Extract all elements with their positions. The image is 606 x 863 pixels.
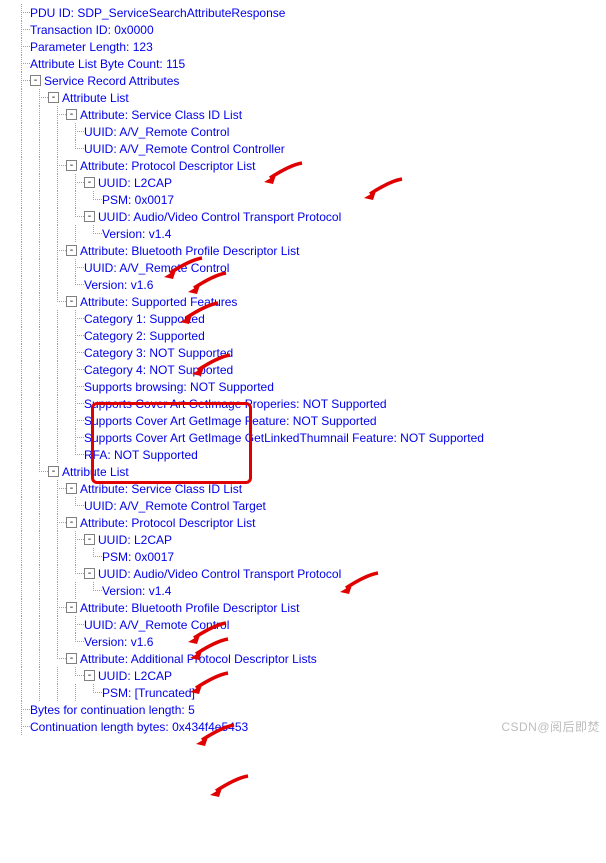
collapse-icon[interactable]: - bbox=[66, 245, 77, 256]
annotation-arrow-icon bbox=[208, 773, 252, 799]
collapse-icon[interactable]: - bbox=[30, 75, 41, 86]
collapse-icon[interactable]: - bbox=[84, 177, 95, 188]
feature-category-2: Category 2: Supported bbox=[12, 327, 606, 344]
collapse-icon[interactable]: - bbox=[48, 92, 59, 103]
attr-service-class-id-list[interactable]: -Attribute: Service Class ID List bbox=[12, 480, 606, 497]
feature-rfa: RFA: NOT Supported bbox=[12, 446, 606, 463]
pdu-id: PDU ID: SDP_ServiceSearchAttributeRespon… bbox=[12, 4, 606, 21]
collapse-icon[interactable]: - bbox=[66, 653, 77, 664]
profile-version: Version: v1.6 bbox=[12, 276, 606, 293]
uuid-l2cap[interactable]: -UUID: L2CAP bbox=[12, 531, 606, 548]
collapse-icon[interactable]: - bbox=[84, 534, 95, 545]
feature-coverart-getimage-linkedthumbnail: Supports Cover Art GetImage GetLinkedThu… bbox=[12, 429, 606, 446]
uuid-av-remote-control: UUID: A/V_Remote Control bbox=[12, 123, 606, 140]
avctp-version: Version: v1.4 bbox=[12, 582, 606, 599]
psm-truncated: PSM: [Truncated] bbox=[12, 684, 606, 701]
psm-value: PSM: 0x0017 bbox=[12, 191, 606, 208]
uuid-av-remote-control: UUID: A/V_Remote Control bbox=[12, 616, 606, 633]
attr-protocol-descriptor-list[interactable]: -Attribute: Protocol Descriptor List bbox=[12, 157, 606, 174]
avctp-version: Version: v1.4 bbox=[12, 225, 606, 242]
attr-list-1[interactable]: -Attribute List bbox=[12, 89, 606, 106]
transaction-id: Transaction ID: 0x0000 bbox=[12, 21, 606, 38]
psm-value: PSM: 0x0017 bbox=[12, 548, 606, 565]
continuation-length: Bytes for continuation length: 5 bbox=[12, 701, 606, 718]
attr-protocol-descriptor-list[interactable]: -Attribute: Protocol Descriptor List bbox=[12, 514, 606, 531]
collapse-icon[interactable]: - bbox=[66, 602, 77, 613]
feature-category-4: Category 4: NOT Supported bbox=[12, 361, 606, 378]
uuid-avctp[interactable]: -UUID: Audio/Video Control Transport Pro… bbox=[12, 565, 606, 582]
collapse-icon[interactable]: - bbox=[84, 568, 95, 579]
feature-category-1: Category 1: Supported bbox=[12, 310, 606, 327]
collapse-icon[interactable]: - bbox=[66, 483, 77, 494]
profile-version: Version: v1.6 bbox=[12, 633, 606, 650]
attr-supported-features[interactable]: -Attribute: Supported Features bbox=[12, 293, 606, 310]
collapse-icon[interactable]: - bbox=[66, 517, 77, 528]
attr-bt-profile-descriptor-list[interactable]: -Attribute: Bluetooth Profile Descriptor… bbox=[12, 599, 606, 616]
collapse-icon[interactable]: - bbox=[66, 160, 77, 171]
uuid-l2cap[interactable]: -UUID: L2CAP bbox=[12, 667, 606, 684]
feature-browsing: Supports browsing: NOT Supported bbox=[12, 378, 606, 395]
collapse-icon[interactable]: - bbox=[66, 109, 77, 120]
feature-coverart-getimage-properties: Supports Cover Art GetImage Properies: N… bbox=[12, 395, 606, 412]
attr-additional-protocol-descriptor-lists[interactable]: -Attribute: Additional Protocol Descript… bbox=[12, 650, 606, 667]
collapse-icon[interactable]: - bbox=[84, 670, 95, 681]
attr-list-2[interactable]: -Attribute List bbox=[12, 463, 606, 480]
service-record-attributes[interactable]: -Service Record Attributes bbox=[12, 72, 606, 89]
attr-service-class-id-list[interactable]: -Attribute: Service Class ID List bbox=[12, 106, 606, 123]
uuid-av-remote-control-controller: UUID: A/V_Remote Control Controller bbox=[12, 140, 606, 157]
watermark: CSDN@阅后即焚 bbox=[501, 718, 600, 735]
uuid-l2cap[interactable]: -UUID: L2CAP bbox=[12, 174, 606, 191]
uuid-av-remote-control-target: UUID: A/V_Remote Control Target bbox=[12, 497, 606, 514]
collapse-icon[interactable]: - bbox=[84, 211, 95, 222]
attr-bt-profile-descriptor-list[interactable]: -Attribute: Bluetooth Profile Descriptor… bbox=[12, 242, 606, 259]
feature-category-3: Category 3: NOT Supported bbox=[12, 344, 606, 361]
collapse-icon[interactable]: - bbox=[48, 466, 59, 477]
uuid-av-remote-control: UUID: A/V_Remote Control bbox=[12, 259, 606, 276]
attr-byte-count: Attribute List Byte Count: 115 bbox=[12, 55, 606, 72]
uuid-avctp[interactable]: -UUID: Audio/Video Control Transport Pro… bbox=[12, 208, 606, 225]
param-length: Parameter Length: 123 bbox=[12, 38, 606, 55]
collapse-icon[interactable]: - bbox=[66, 296, 77, 307]
feature-coverart-getimage-feature: Supports Cover Art GetImage Feature: NOT… bbox=[12, 412, 606, 429]
